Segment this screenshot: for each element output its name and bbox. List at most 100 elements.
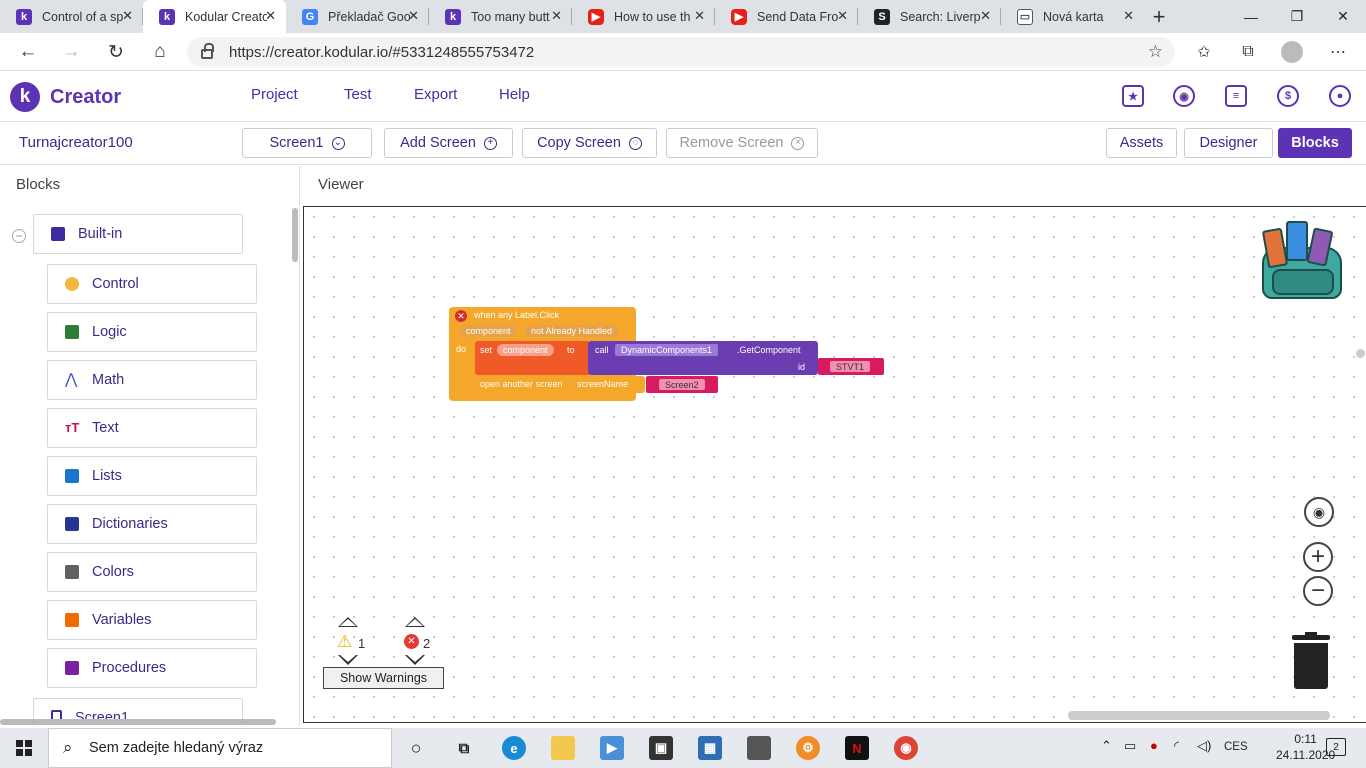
file-explorer-icon[interactable] [551,736,575,760]
event-param-not-handled[interactable]: not Already Handled [525,325,619,337]
volume-icon[interactable]: ◁) [1197,738,1211,754]
horizontal-scrollbar[interactable] [0,719,276,725]
browser-tab[interactable]: k Control of a sp ✕ [0,0,143,33]
account-icon[interactable]: ● [1329,85,1351,107]
photo-app-icon[interactable] [747,736,771,760]
set-var-dropdown[interactable]: component [497,344,554,356]
block-category-math[interactable]: ⋀ Math [47,360,257,400]
new-tab-button[interactable]: + [1144,0,1174,33]
add-screen-button[interactable]: Add Screen + [384,128,513,158]
library-icon[interactable]: ≡ [1225,85,1247,107]
error-prev-icon[interactable] [405,617,425,627]
browser-tab-active[interactable]: k Kodular Creato ✕ [143,0,286,33]
error-next-icon[interactable] [405,655,425,665]
copy-screen-button[interactable]: Copy Screen ◌ [522,128,657,158]
settings-app-icon[interactable]: ⚙ [796,736,820,760]
palette-icon[interactable]: ◉ [1173,85,1195,107]
browser-tab[interactable]: G Překladač Goo ✕ [286,0,429,33]
dollar-icon[interactable]: $ [1277,85,1299,107]
blocks-workspace[interactable]: ✕ when any Label.Click component not Alr… [303,206,1366,723]
trash-icon[interactable] [1292,632,1330,689]
block-category-colors[interactable]: Colors [47,552,257,592]
forward-icon[interactable]: → [57,38,85,66]
url-field[interactable]: https://creator.kodular.io/#533124855575… [187,37,1175,67]
close-window-icon[interactable]: ✕ [1320,0,1366,33]
tray-chevron-icon[interactable]: ⌃ [1101,738,1112,754]
security-icon[interactable]: ● [1150,738,1158,753]
block-category-dictionaries[interactable]: Dictionaries [47,504,257,544]
close-tab-icon[interactable]: ✕ [1123,8,1134,24]
backpack-icon[interactable] [1260,219,1346,303]
netflix-icon[interactable]: N [845,736,869,760]
close-tab-icon[interactable]: ✕ [694,8,705,24]
close-tab-icon[interactable]: ✕ [551,8,562,24]
recenter-icon[interactable]: ◉ [1304,497,1334,527]
home-icon[interactable]: ⌂ [146,38,174,66]
taskbar-search[interactable]: ⌕ Sem zadejte hledaný výraz [48,728,392,768]
scroll-indicator[interactable] [1356,349,1365,358]
zoom-in-icon[interactable]: + [1303,542,1333,572]
warning-prev-icon[interactable] [338,617,358,627]
app-logo[interactable]: k Creator [10,82,121,112]
menu-export[interactable]: Export [414,86,457,103]
block-category-variables[interactable]: Variables [47,600,257,640]
reload-icon[interactable]: ↻ [102,38,130,66]
collapse-icon[interactable]: − [12,229,26,243]
block-category-text[interactable]: тT Text [47,408,257,448]
browser-tab[interactable]: ▶ How to use th ✕ [572,0,715,33]
event-param-component[interactable]: component [460,325,517,337]
text-value[interactable]: STVT1 [830,361,871,372]
blocks-button[interactable]: Blocks [1278,128,1352,158]
store-icon[interactable]: ▣ [649,736,673,760]
block-category-lists[interactable]: Lists [47,456,257,496]
block-category-control[interactable]: Control [47,264,257,304]
close-tab-icon[interactable]: ✕ [265,8,276,24]
folder-star-icon[interactable]: ★ [1122,85,1144,107]
close-tab-icon[interactable]: ✕ [980,8,991,24]
browser-tab[interactable]: S Search: Liverp ✕ [858,0,1001,33]
restore-icon[interactable]: ❐ [1274,0,1320,33]
assets-button[interactable]: Assets [1106,128,1177,158]
block-category-procedures[interactable]: Procedures [47,648,257,688]
edge-icon[interactable]: e [502,736,526,760]
menu-help[interactable]: Help [499,86,530,103]
close-tab-icon[interactable]: ✕ [122,8,133,24]
browser-tab[interactable]: k Too many butt ✕ [429,0,572,33]
designer-button[interactable]: Designer [1184,128,1273,158]
back-icon[interactable]: ← [14,38,42,66]
chrome-icon[interactable]: ◉ [894,736,918,760]
favorites-icon[interactable]: ✩ [1192,40,1216,64]
component-dropdown[interactable]: DynamicComponents1 [615,344,719,356]
favorite-star-icon[interactable]: ☆ [1148,42,1163,62]
warning-next-icon[interactable] [338,655,358,665]
close-tab-icon[interactable]: ✕ [837,8,848,24]
collections-icon[interactable]: ⧉ [1236,40,1260,64]
screen-select[interactable]: Screen1 ⌄ [242,128,372,158]
show-warnings-button[interactable]: Show Warnings [323,667,444,689]
wifi-icon[interactable]: ◜ [1174,738,1179,754]
browser-tab[interactable]: ▶ Send Data Fro ✕ [715,0,858,33]
more-icon[interactable]: ⋯ [1326,40,1350,64]
minimize-icon[interactable]: — [1228,0,1274,33]
zoom-out-icon[interactable]: − [1303,576,1333,606]
notification-icon[interactable]: 2 [1326,738,1346,756]
menu-test[interactable]: Test [344,86,372,103]
builtin-category[interactable]: Built-in [33,214,243,254]
workspace-horizontal-scrollbar[interactable] [1068,711,1330,720]
calculator-icon[interactable]: ▦ [698,736,722,760]
windows-start-icon[interactable] [16,740,32,756]
language-indicator[interactable]: CES [1224,741,1248,753]
block-category-logic[interactable]: Logic [47,312,257,352]
media-player-icon[interactable]: ▶ [600,736,624,760]
menu-project[interactable]: Project [251,86,298,103]
screen-name-value[interactable]: Screen2 [659,379,705,390]
error-icon[interactable]: ✕ [455,310,467,322]
close-tab-icon[interactable]: ✕ [408,8,419,24]
browser-tab[interactable]: ▭ Nová karta ✕ [1001,0,1144,33]
profile-icon[interactable] [1280,40,1304,64]
network-icon[interactable]: ▭ [1124,738,1136,754]
cortana-icon[interactable]: ○ [404,736,428,760]
task-view-icon[interactable]: ⧉ [452,736,476,760]
remove-screen-button[interactable]: Remove Screen × [666,128,818,158]
vertical-scrollbar[interactable] [292,208,298,262]
